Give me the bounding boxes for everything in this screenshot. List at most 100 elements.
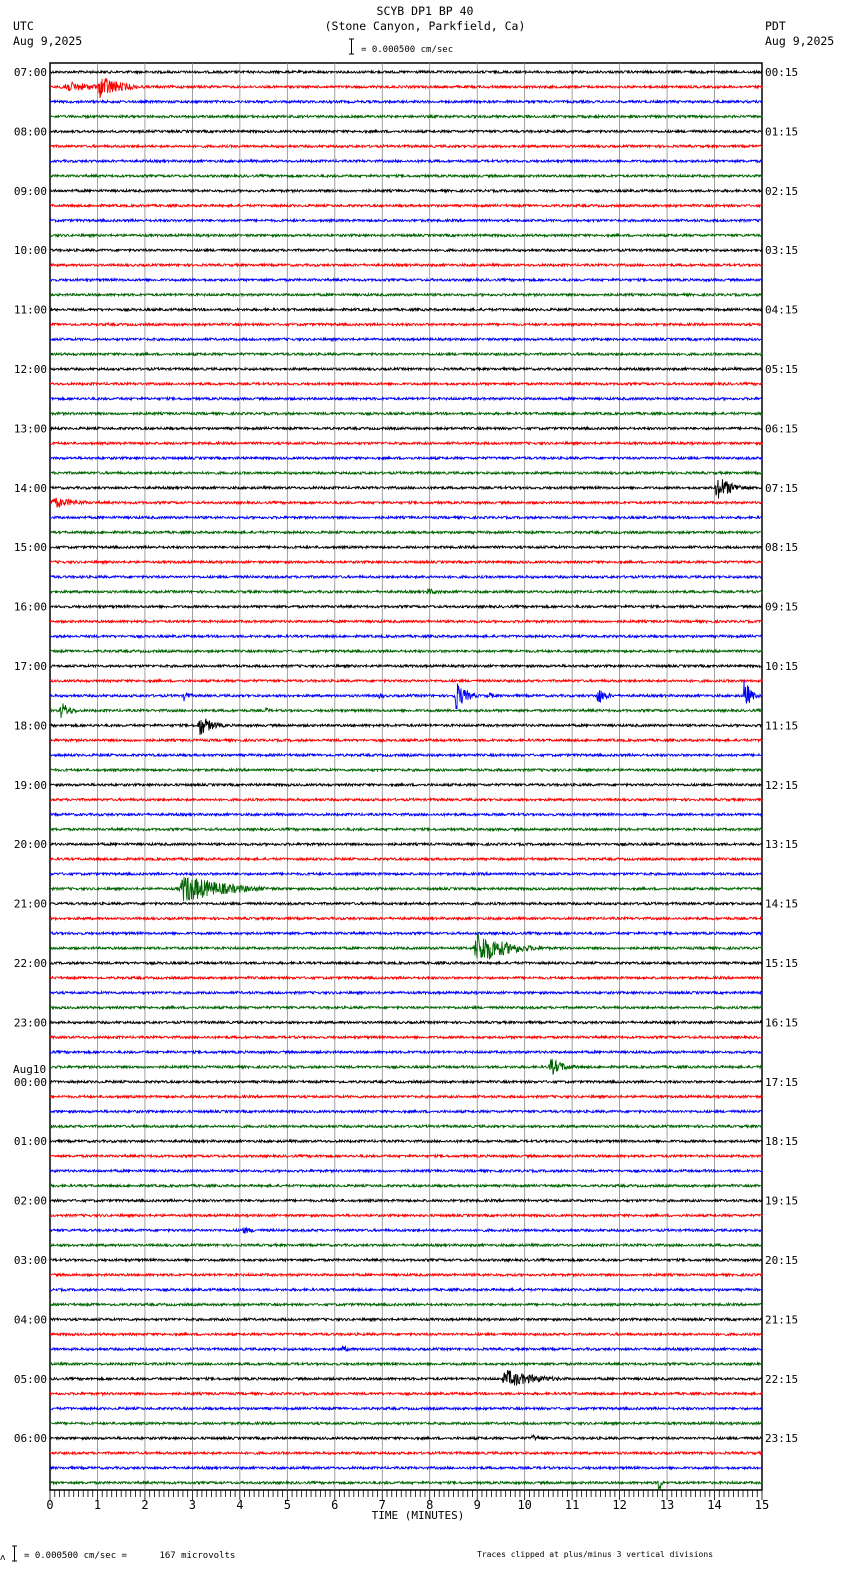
seismic-trace — [49, 1286, 763, 1293]
seismic-trace — [49, 1153, 763, 1160]
x-tick-label: 11 — [565, 1498, 579, 1512]
seismic-trace — [49, 1360, 763, 1367]
utc-hour-label: 00:00 — [14, 1076, 47, 1089]
pdt-time-label: 22:15 — [765, 1373, 798, 1386]
seismic-trace — [49, 98, 763, 105]
seismic-trace — [49, 1479, 763, 1491]
utc-hour-label: 06:00 — [14, 1432, 47, 1445]
seismic-trace — [49, 680, 763, 710]
x-tick-label: 0 — [46, 1498, 53, 1512]
utc-hour-label: 15:00 — [14, 541, 47, 554]
pdt-time-label: 00:15 — [765, 66, 798, 79]
seismic-trace — [49, 1242, 763, 1249]
seismic-trace — [49, 336, 763, 343]
seismic-trace — [49, 395, 763, 402]
seismic-trace — [50, 529, 763, 536]
seismic-trace — [49, 1049, 763, 1056]
station-location: (Stone Canyon, Parkfield, Ca) — [325, 19, 526, 33]
seismic-trace — [49, 172, 763, 179]
seismic-trace — [49, 841, 763, 848]
utc-hour-label: 17:00 — [14, 660, 47, 673]
utc-hour-label: 09:00 — [14, 185, 47, 198]
utc-hour-label: 23:00 — [14, 1016, 47, 1029]
seismic-trace — [49, 932, 763, 960]
pdt-time-label: 21:15 — [765, 1313, 798, 1326]
x-tick-label: 12 — [612, 1498, 626, 1512]
seismic-trace — [49, 143, 763, 150]
x-tick-label: 14 — [707, 1498, 721, 1512]
utc-hour-label: 10:00 — [14, 244, 47, 257]
pdt-time-label: 14:15 — [765, 898, 798, 911]
utc-hour-label: 05:00 — [14, 1373, 47, 1386]
seismic-trace — [49, 618, 763, 625]
seismic-trace — [49, 306, 763, 313]
seismic-trace — [49, 1123, 763, 1130]
seismic-trace — [49, 796, 763, 803]
seismic-trace — [49, 128, 763, 135]
seismic-trace — [49, 217, 763, 224]
pdt-time-label: 10:15 — [765, 660, 798, 673]
seismic-trace — [49, 1301, 763, 1308]
x-tick-label: 15 — [755, 1498, 769, 1512]
pdt-time-label: 07:15 — [765, 482, 798, 495]
seismic-trace — [50, 1227, 763, 1234]
pdt-time-label: 19:15 — [765, 1195, 798, 1208]
seismic-trace — [49, 930, 763, 937]
seismic-trace — [49, 1345, 763, 1352]
pdt-time-label: 12:15 — [765, 779, 798, 792]
seismic-trace — [49, 974, 763, 981]
seismic-trace — [49, 1182, 763, 1189]
footer-scale-bar-icon: ʌ — [0, 1545, 17, 1563]
seismic-trace — [49, 514, 763, 521]
seismic-trace — [49, 1271, 763, 1278]
utc-hour-label: 18:00 — [14, 719, 47, 732]
seismic-trace — [49, 1316, 763, 1323]
scale-bar-icon — [349, 38, 354, 55]
seismic-trace — [49, 440, 763, 447]
utc-hour-label: 04:00 — [14, 1313, 47, 1326]
pdt-time-label: 18:15 — [765, 1135, 798, 1148]
x-tick-label: 6 — [331, 1498, 338, 1512]
seismic-trace — [49, 663, 763, 669]
seismic-trace — [49, 811, 763, 818]
seismic-trace — [49, 1212, 763, 1219]
seismic-trace — [49, 1138, 763, 1145]
seismic-trace — [50, 877, 763, 901]
seismic-trace — [49, 1257, 763, 1263]
seismic-trace — [49, 1078, 763, 1085]
seismic-trace — [49, 752, 763, 759]
x-tick-label: 9 — [474, 1498, 481, 1512]
seismic-trace — [49, 1405, 763, 1412]
seismic-trace — [49, 1390, 763, 1397]
seismic-trace — [50, 366, 763, 372]
seismic-trace — [49, 1108, 763, 1115]
seismic-trace — [49, 1019, 763, 1026]
seismic-trace — [49, 69, 763, 75]
utc-date-label: Aug10 — [13, 1063, 46, 1076]
seismic-trace — [49, 321, 763, 328]
utc-hour-label: 13:00 — [14, 422, 47, 435]
seismic-trace — [49, 900, 763, 907]
pdt-time-label: 03:15 — [765, 244, 798, 257]
seismic-trace — [49, 469, 763, 476]
seismic-trace — [49, 870, 763, 877]
pdt-time-label: 15:15 — [765, 957, 798, 970]
seismic-trace — [49, 262, 763, 268]
x-axis-label: TIME (MINUTES) — [372, 1509, 465, 1522]
utc-hour-label: 14:00 — [14, 482, 47, 495]
pdt-time-label: 20:15 — [765, 1254, 798, 1267]
seismic-trace — [49, 1420, 763, 1427]
utc-hour-label: 19:00 — [14, 779, 47, 792]
seismic-trace — [49, 77, 763, 99]
seismic-trace — [49, 425, 763, 432]
x-tick-label: 1 — [94, 1498, 101, 1512]
seismic-trace — [49, 351, 763, 357]
left-date: Aug 9,2025 — [13, 34, 82, 48]
seismic-trace — [49, 410, 763, 417]
seismic-trace — [49, 703, 763, 718]
seismic-trace — [49, 648, 763, 655]
seismic-trace — [49, 291, 763, 298]
seismic-trace — [49, 232, 763, 239]
seismic-trace — [49, 479, 763, 499]
footer-scale-note: = 0.000500 cm/sec = 167 microvolts — [24, 1551, 235, 1561]
